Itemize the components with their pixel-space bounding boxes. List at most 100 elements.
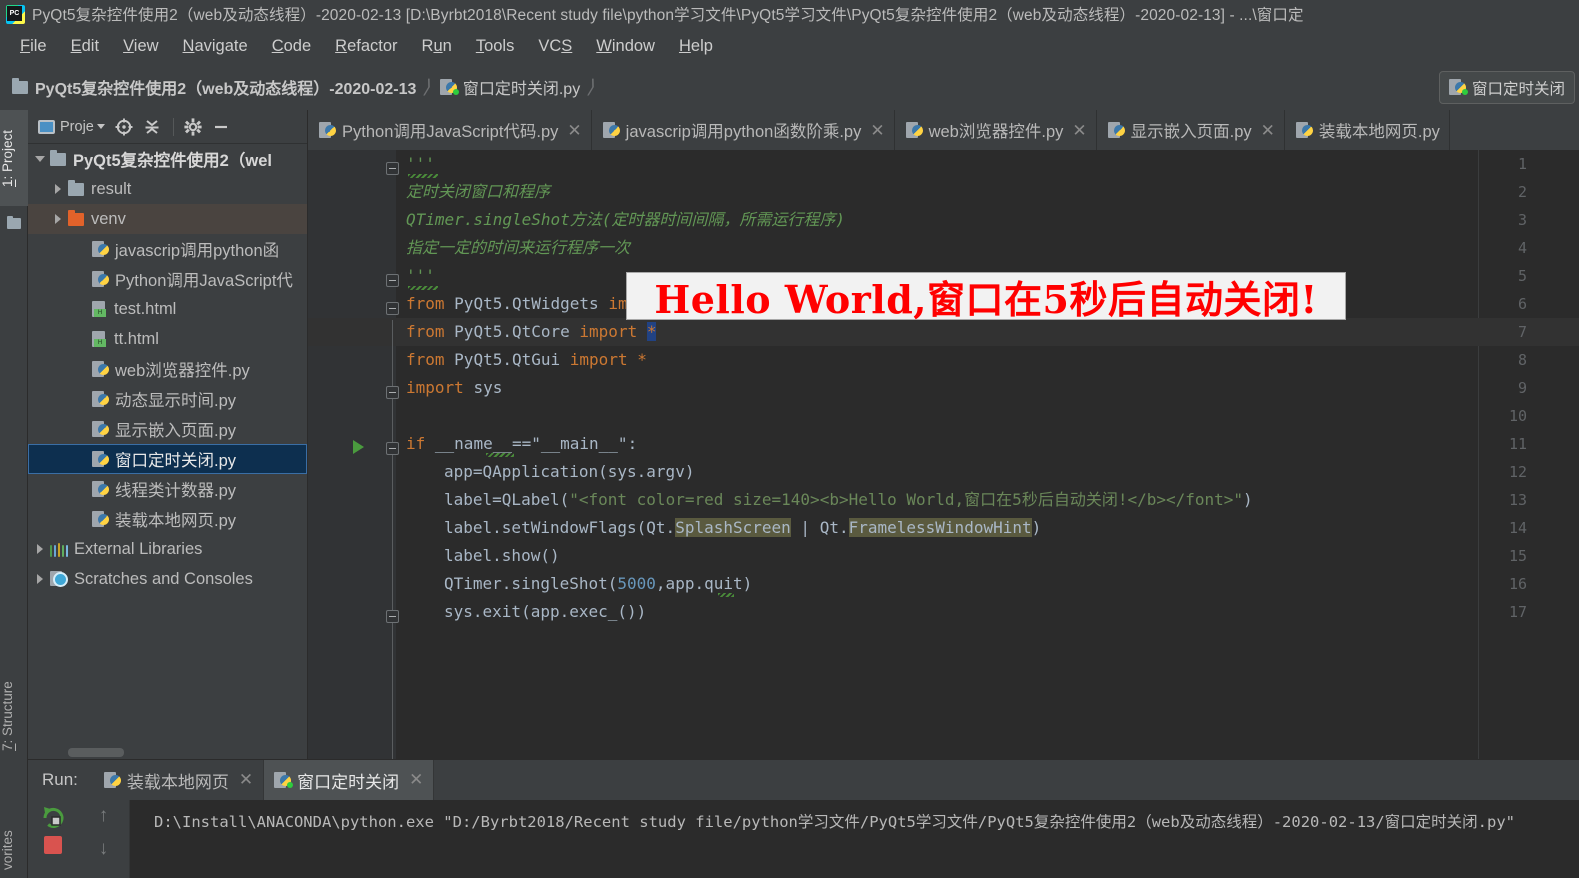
- menu-window[interactable]: Window: [584, 34, 667, 59]
- tree-item-14[interactable]: Scratches and Consoles: [28, 564, 307, 594]
- run-configuration-selector[interactable]: 窗口定时关闭: [1438, 71, 1575, 104]
- tree-item-9[interactable]: 显示嵌入页面.py: [28, 414, 307, 444]
- python-file-icon: [92, 510, 109, 528]
- breadcrumb-file[interactable]: 窗口定时关闭.py: [439, 73, 581, 101]
- tree-item-label: tt.html: [114, 329, 159, 348]
- close-icon[interactable]: ✕: [239, 770, 253, 790]
- tree-item-4[interactable]: Python调用JavaScript代: [28, 264, 307, 294]
- tree-expand-arrow-icon[interactable]: [34, 572, 48, 586]
- menu-navigate[interactable]: Navigate: [171, 34, 260, 59]
- tree-expand-arrow-icon[interactable]: [52, 212, 66, 226]
- menu-help[interactable]: Help: [667, 34, 725, 59]
- breadcrumb-file-label: 窗口定时关闭.py: [462, 81, 581, 98]
- collapse-all-button[interactable]: [139, 114, 165, 140]
- settings-button[interactable]: [180, 114, 206, 140]
- tree-item-7[interactable]: web浏览器控件.py: [28, 354, 307, 384]
- tree-expand-arrow-icon[interactable]: [34, 542, 48, 556]
- project-tree[interactable]: PyQt5复杂控件使用2（wel result venv javascrip调用pyt…: [28, 144, 307, 745]
- tree-item-1[interactable]: result: [28, 174, 307, 204]
- python-file-icon: [92, 240, 109, 258]
- close-icon[interactable]: ✕: [870, 122, 884, 139]
- editor-tab-3[interactable]: 显示嵌入页面.py ✕: [1096, 110, 1285, 150]
- rerun-button[interactable]: [40, 804, 66, 830]
- splash-screen-window[interactable]: Hello World,窗口在5秒后自动关闭!: [626, 272, 1346, 322]
- run-tab-0-label: 装载本地网页: [126, 772, 229, 792]
- tree-item-label: Python调用JavaScript代: [115, 272, 293, 290]
- tool-window-tab-structure[interactable]: 7: Structure: [0, 660, 28, 772]
- tree-item-label: web浏览器控件.py: [115, 362, 250, 380]
- editor-tab-1[interactable]: javascrip调用python函数阶乘.py ✕: [591, 110, 895, 150]
- gear-icon: [184, 117, 202, 136]
- code-editor[interactable]: 1 2 3 4 5 6 7 8 9 10 11 12 13 14 15 16 17 ''' 定时关闭窗口和程序 …: [308, 150, 1579, 759]
- menu-code[interactable]: Code: [260, 34, 323, 59]
- locate-file-button[interactable]: [111, 114, 137, 140]
- tree-item-12[interactable]: 装载本地网页.py: [28, 504, 307, 534]
- menu-view[interactable]: View: [111, 34, 170, 59]
- fold-region-line: [392, 320, 393, 612]
- tool-window-tab-favorites[interactable]: vorites: [0, 810, 28, 878]
- run-tool-window: Run: 装载本地网页 ✕ 窗口定时关闭 ✕ ↑ ↓ D:\Install\AN…: [28, 759, 1579, 878]
- python-file-icon: [905, 121, 923, 139]
- console-output[interactable]: D:\Install\ANACONDA\python.exe "D:/Byrbt…: [130, 800, 1579, 878]
- breadcrumb-project[interactable]: PyQt5复杂控件使用2（web及动态线程）-2020-02-13: [12, 73, 416, 101]
- tree-item-6[interactable]: tt.html: [28, 324, 307, 354]
- editor-tab-4[interactable]: 装载本地网页.py: [1284, 110, 1450, 150]
- editor-tab-label: 显示嵌入页面.py: [1130, 123, 1252, 141]
- stop-button[interactable]: [44, 836, 62, 854]
- next-occurrence-button[interactable]: ↓: [99, 839, 109, 858]
- project-horizontal-scrollbar[interactable]: [68, 748, 124, 757]
- close-icon[interactable]: ✕: [1261, 122, 1275, 139]
- rerun-icon: [43, 807, 64, 828]
- tree-item-13[interactable]: External Libraries: [28, 534, 307, 564]
- menu-file[interactable]: File: [8, 34, 59, 59]
- code-line-1: ''': [406, 154, 435, 173]
- project-view-selector[interactable]: Proje: [34, 114, 109, 140]
- tree-item-5[interactable]: test.html: [28, 294, 307, 324]
- tree-expand-arrow-icon[interactable]: [34, 152, 48, 166]
- python-file-icon: [92, 360, 109, 378]
- menu-bar: File Edit View Navigate Code Refactor Ru…: [0, 28, 1579, 64]
- python-file-icon: [92, 270, 109, 288]
- run-tab-0[interactable]: 装载本地网页 ✕: [94, 760, 265, 800]
- menu-tools[interactable]: Tools: [464, 34, 527, 59]
- tree-item-10[interactable]: 窗口定时关闭.py: [28, 444, 307, 474]
- python-file-icon: [103, 771, 121, 789]
- folder-blue-icon: [68, 179, 84, 196]
- hide-panel-button[interactable]: [208, 114, 234, 140]
- close-icon[interactable]: ✕: [409, 770, 423, 790]
- close-icon[interactable]: ✕: [1072, 122, 1086, 139]
- editor-tab-label: Python调用JavaScript代码.py: [342, 123, 559, 141]
- breadcrumb-separator-1: ⟩: [421, 76, 435, 98]
- code-text[interactable]: ''' 定时关闭窗口和程序 QTimer.singleShot方法(定时器时间间…: [396, 150, 1579, 759]
- pycharm-window: PyQt5复杂控件使用2（web及动态线程）-2020-02-13 [D:\By…: [0, 0, 1579, 878]
- collapse-all-icon: [145, 119, 159, 134]
- run-tab-1[interactable]: 窗口定时关闭 ✕: [264, 760, 435, 800]
- left-tool-strip: 1: Project 7: Structure vorites: [0, 110, 28, 878]
- menu-edit[interactable]: Edit: [59, 34, 111, 59]
- run-gutter-icon[interactable]: [353, 440, 364, 454]
- splash-message: Hello World,窗口在5秒后自动关闭!: [654, 276, 1318, 322]
- menu-refactor[interactable]: Refactor: [323, 34, 409, 59]
- editor-caret-selection: *: [646, 322, 657, 341]
- tree-item-11[interactable]: 线程类计数器.py: [28, 474, 307, 504]
- menu-vcs[interactable]: VCS: [526, 34, 584, 59]
- tree-item-0[interactable]: PyQt5复杂控件使用2（wel: [28, 144, 307, 174]
- project-view-label: Proje: [60, 118, 94, 135]
- editor-gutter[interactable]: [308, 150, 396, 759]
- python-file-icon: [92, 480, 109, 498]
- tree-item-3[interactable]: javascrip调用python函: [28, 234, 307, 264]
- tree-item-2[interactable]: venv: [28, 204, 307, 234]
- prev-occurrence-button[interactable]: ↑: [99, 806, 109, 825]
- project-tool-window: Proje PyQt5复杂控件使用2（wel result venv javas…: [28, 110, 308, 759]
- close-icon[interactable]: ✕: [567, 122, 581, 139]
- menu-run[interactable]: Run: [410, 34, 464, 59]
- tool-window-tab-project[interactable]: 1: Project: [0, 110, 28, 206]
- tree-expand-arrow-icon[interactable]: [52, 182, 66, 196]
- editor-tab-0[interactable]: Python调用JavaScript代码.py ✕: [308, 110, 592, 150]
- tree-item-label: 动态显示时间.py: [115, 392, 237, 410]
- python-file-icon: [274, 771, 294, 789]
- editor-tab-2[interactable]: web浏览器控件.py ✕: [894, 110, 1097, 150]
- tree-item-8[interactable]: 动态显示时间.py: [28, 384, 307, 414]
